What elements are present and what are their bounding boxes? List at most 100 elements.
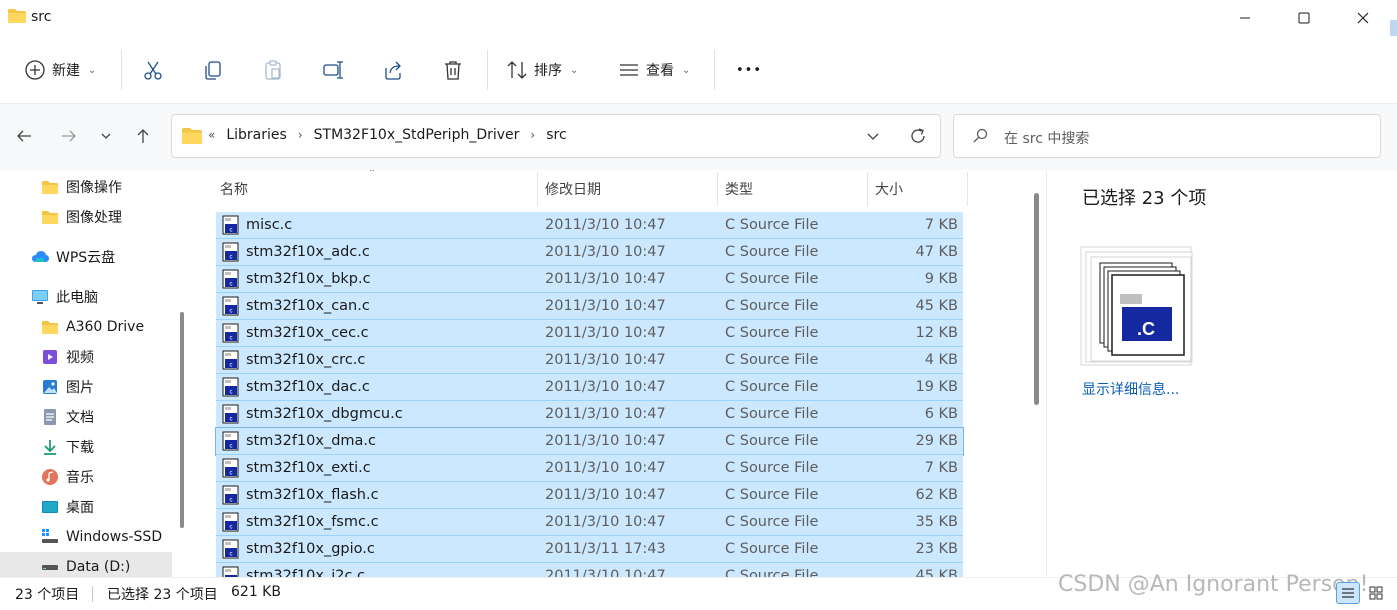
column-header-date[interactable]: 修改日期 bbox=[545, 170, 601, 208]
details-view-button[interactable] bbox=[1336, 582, 1360, 604]
nav-item-image-proc[interactable]: 图像处理 bbox=[0, 202, 172, 232]
arrow-right-icon bbox=[62, 130, 76, 142]
nav-item-label: Data (D:) bbox=[66, 559, 131, 575]
breadcrumb-overflow[interactable]: « bbox=[208, 128, 215, 142]
search-input[interactable]: 在 src 中搜索 bbox=[953, 114, 1381, 158]
chevron-down-icon: ⌄ bbox=[682, 64, 691, 76]
nav-item-image-ops[interactable]: 图像操作 bbox=[0, 172, 172, 202]
toolbar-divider bbox=[121, 50, 122, 90]
nav-scrollbar[interactable] bbox=[180, 312, 184, 528]
table-row[interactable]: c stm32f10x_bkp.c 2011/3/10 10:47 C Source … bbox=[216, 266, 963, 293]
nav-item-a360[interactable]: A360 Drive bbox=[0, 312, 172, 342]
refresh-icon[interactable] bbox=[908, 126, 928, 146]
nav-item-documents[interactable]: 文档 bbox=[0, 402, 172, 432]
table-row[interactable]: c stm32f10x_dma.c 2011/3/10 10:47 C Source … bbox=[215, 427, 964, 456]
share-button[interactable] bbox=[382, 52, 404, 88]
delete-button[interactable] bbox=[442, 52, 464, 88]
file-date: 2011/3/10 10:47 bbox=[545, 244, 666, 260]
chevron-right-icon[interactable]: › bbox=[298, 128, 303, 142]
file-name: stm32f10x_can.c bbox=[246, 298, 370, 314]
column-divider[interactable] bbox=[717, 172, 718, 206]
close-icon bbox=[1357, 12, 1369, 24]
minimize-button[interactable] bbox=[1216, 0, 1274, 36]
nav-item-pictures[interactable]: 图片 bbox=[0, 372, 172, 402]
column-header-size[interactable]: 大小 bbox=[875, 170, 903, 208]
file-rows: c misc.c 2011/3/10 10:47 C Source File 7 KB c… bbox=[215, 212, 964, 577]
file-size: 12 KB bbox=[915, 325, 958, 341]
breadcrumb-item[interactable]: STM32F10x_StdPeriph_Driver bbox=[314, 127, 520, 143]
table-row[interactable]: c stm32f10x_i2c.c 2011/3/10 10:47 C Source … bbox=[216, 563, 963, 577]
table-row[interactable]: c stm32f10x_adc.c 2011/3/10 10:47 C Source … bbox=[216, 239, 963, 266]
paste-button[interactable] bbox=[262, 52, 284, 88]
file-size: 9 KB bbox=[924, 271, 958, 287]
close-button[interactable] bbox=[1334, 0, 1392, 36]
folder-icon bbox=[40, 208, 60, 226]
nav-item-desktop[interactable]: 桌面 bbox=[0, 492, 172, 522]
svg-text:c: c bbox=[230, 390, 233, 396]
file-list-scrollbar[interactable] bbox=[1034, 193, 1039, 405]
tiles-view-button[interactable] bbox=[1364, 582, 1388, 604]
computer-icon bbox=[30, 288, 50, 306]
table-row[interactable]: c stm32f10x_can.c 2011/3/10 10:47 C Source … bbox=[216, 293, 963, 320]
new-button[interactable]: 新建 ⌄ bbox=[24, 52, 96, 88]
table-row[interactable]: c stm32f10x_dac.c 2011/3/10 10:47 C Source … bbox=[216, 374, 963, 401]
nav-item-wps-cloud[interactable]: WPS云盘 bbox=[0, 242, 172, 272]
file-date: 2011/3/10 10:47 bbox=[545, 406, 666, 422]
nav-item-music[interactable]: 音乐 bbox=[0, 462, 172, 492]
breadcrumb-item[interactable]: src bbox=[546, 127, 566, 143]
c-source-file-icon: c bbox=[221, 458, 241, 478]
forward-button[interactable] bbox=[53, 120, 85, 152]
chevron-down-icon[interactable] bbox=[864, 127, 882, 145]
table-row[interactable]: c stm32f10x_exti.c 2011/3/10 10:47 C Source… bbox=[216, 455, 963, 482]
up-button[interactable] bbox=[127, 120, 159, 152]
file-name: stm32f10x_adc.c bbox=[246, 244, 370, 260]
column-header-name[interactable]: 名称 bbox=[220, 170, 248, 208]
column-divider[interactable] bbox=[967, 172, 968, 206]
table-row[interactable]: c stm32f10x_dbgmcu.c 2011/3/10 10:47 C Sour… bbox=[216, 401, 963, 428]
music-icon bbox=[40, 468, 60, 486]
file-type: C Source File bbox=[725, 271, 819, 287]
table-row[interactable]: c stm32f10x_flash.c 2011/3/10 10:47 C Sourc… bbox=[216, 482, 963, 509]
svg-text:c: c bbox=[230, 471, 233, 477]
more-button[interactable]: ••• bbox=[736, 52, 762, 88]
nav-item-data-d[interactable]: Data (D:) bbox=[0, 552, 172, 577]
sort-button[interactable]: 排序 ⌄ bbox=[506, 52, 578, 88]
search-icon bbox=[973, 128, 988, 143]
item-count: 23 个项目 bbox=[15, 587, 80, 603]
show-details-link[interactable]: 显示详细信息... bbox=[1082, 379, 1179, 399]
file-type: C Source File bbox=[725, 244, 819, 260]
svg-text:c: c bbox=[230, 498, 233, 504]
column-divider[interactable] bbox=[537, 172, 538, 206]
table-row[interactable]: c misc.c 2011/3/10 10:47 C Source File 7 KB bbox=[216, 212, 963, 239]
table-row[interactable]: c stm32f10x_fsmc.c 2011/3/10 10:47 C Source… bbox=[216, 509, 963, 536]
chevron-right-icon[interactable]: › bbox=[530, 128, 535, 142]
table-row[interactable]: c stm32f10x_cec.c 2011/3/10 10:47 C Source … bbox=[216, 320, 963, 347]
rename-button[interactable] bbox=[322, 52, 344, 88]
column-divider[interactable] bbox=[867, 172, 868, 206]
file-date: 2011/3/10 10:47 bbox=[545, 460, 666, 476]
table-row[interactable]: c stm32f10x_crc.c 2011/3/10 10:47 C Source … bbox=[216, 347, 963, 374]
file-size: 47 KB bbox=[915, 244, 958, 260]
nav-item-downloads[interactable]: 下载 bbox=[0, 432, 172, 462]
address-bar[interactable]: « Libraries › STM32F10x_StdPeriph_Driver… bbox=[171, 114, 941, 158]
view-button[interactable]: 查看 ⌄ bbox=[618, 52, 690, 88]
file-name: stm32f10x_i2c.c bbox=[246, 568, 366, 577]
nav-item-label: A360 Drive bbox=[66, 319, 145, 335]
nav-item-label: 音乐 bbox=[66, 470, 94, 486]
copy-button[interactable] bbox=[202, 52, 224, 88]
maximize-button[interactable] bbox=[1275, 0, 1333, 36]
recent-locations-button[interactable] bbox=[92, 120, 120, 152]
breadcrumb-item[interactable]: Libraries bbox=[226, 127, 286, 143]
file-date: 2011/3/10 10:47 bbox=[545, 433, 666, 449]
column-header-label: 修改日期 bbox=[545, 182, 601, 198]
c-source-file-icon: c bbox=[221, 404, 241, 424]
file-type: C Source File bbox=[725, 514, 819, 530]
column-header-type[interactable]: 类型 bbox=[725, 170, 753, 208]
back-button[interactable] bbox=[8, 120, 40, 152]
table-row[interactable]: c stm32f10x_gpio.c 2011/3/11 17:43 C Source… bbox=[216, 536, 963, 563]
nav-item-windows-ssd[interactable]: Windows-SSD bbox=[0, 522, 172, 552]
nav-item-videos[interactable]: 视频 bbox=[0, 342, 172, 372]
chevron-down-icon bbox=[101, 133, 111, 139]
cut-button[interactable] bbox=[142, 52, 164, 88]
nav-item-this-pc[interactable]: 此电脑 bbox=[0, 282, 172, 312]
